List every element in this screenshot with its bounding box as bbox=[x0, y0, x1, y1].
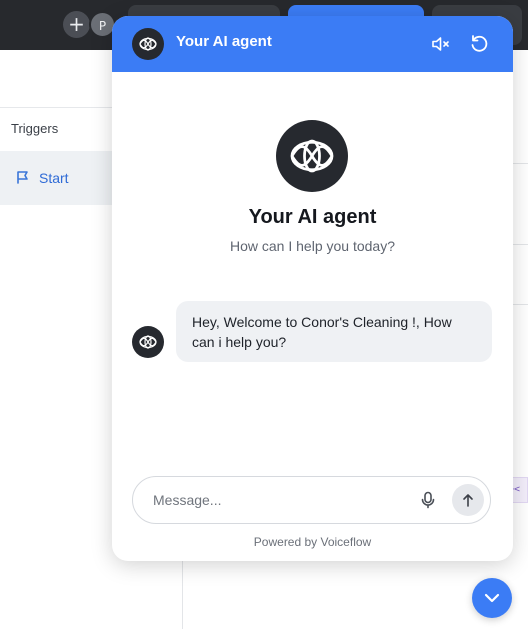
add-button[interactable]: + bbox=[63, 11, 90, 38]
restart-icon[interactable] bbox=[468, 33, 490, 55]
divider bbox=[512, 304, 528, 305]
agent-logo-icon bbox=[132, 28, 164, 60]
microphone-icon[interactable] bbox=[418, 490, 438, 510]
agent-message-bubble: Hey, Welcome to Conor's Cleaning !, How … bbox=[176, 301, 492, 362]
agent-tagline: How can I help you today? bbox=[230, 238, 395, 254]
divider bbox=[512, 163, 528, 164]
chat-header: Your AI agent bbox=[112, 16, 513, 72]
agent-avatar-large bbox=[276, 120, 348, 192]
agent-name: Your AI agent bbox=[248, 206, 377, 228]
send-button[interactable] bbox=[452, 484, 484, 516]
chat-launcher-button[interactable] bbox=[472, 578, 512, 618]
message-composer bbox=[132, 476, 491, 524]
start-flag-icon bbox=[15, 169, 31, 185]
chevron-down-icon bbox=[484, 593, 500, 603]
message-input[interactable] bbox=[153, 489, 403, 511]
divider bbox=[512, 244, 528, 245]
message-avatar bbox=[132, 326, 164, 358]
section-label-triggers: Triggers bbox=[11, 121, 59, 136]
chat-widget: Your AI agent Your AI agent How can I he… bbox=[112, 16, 513, 561]
trigger-item-label: Start bbox=[39, 170, 69, 186]
mute-icon[interactable] bbox=[430, 33, 452, 55]
powered-by-footer: Powered by Voiceflow bbox=[253, 535, 372, 549]
chat-title: Your AI agent bbox=[176, 33, 272, 50]
